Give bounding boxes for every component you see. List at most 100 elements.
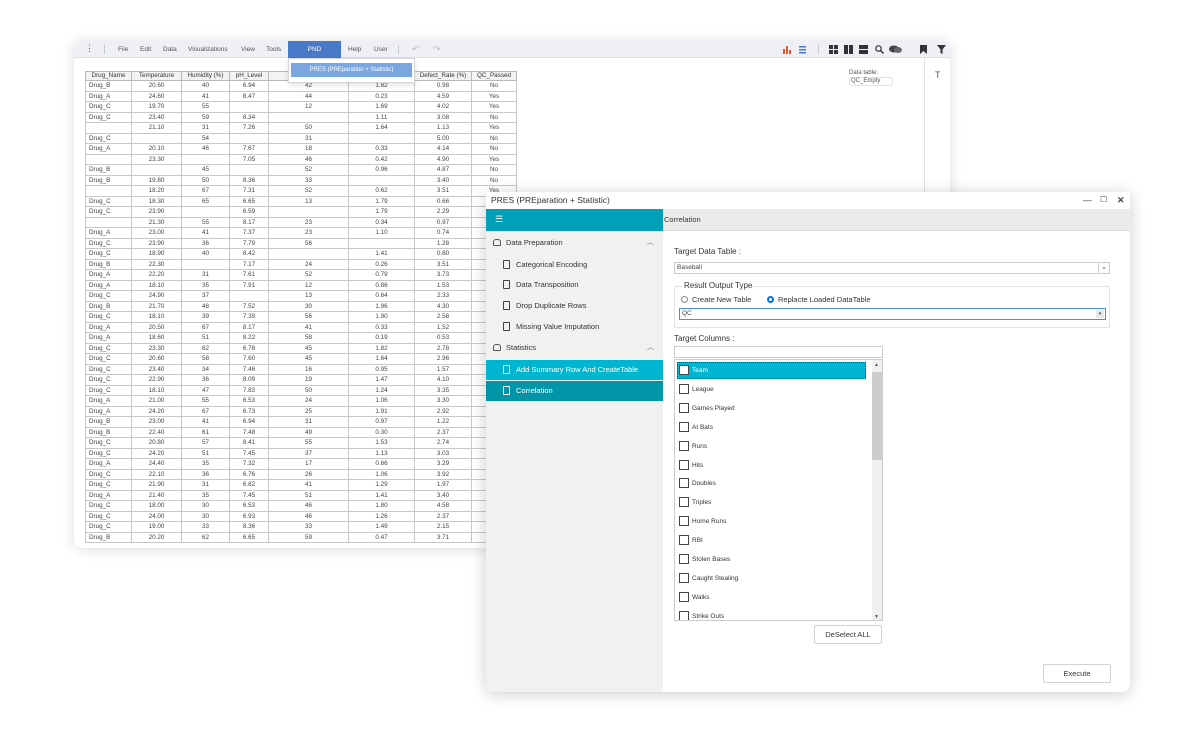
search-icon[interactable] (875, 45, 884, 54)
table-row[interactable]: Drug_C18.10477.83501.243.35No (85, 384, 517, 396)
maximize-icon[interactable]: ☐ (1100, 195, 1107, 204)
table-row[interactable]: Drug_C18.10397.39561.902.58No (85, 311, 517, 323)
comments-icon[interactable] (889, 45, 902, 54)
checkbox[interactable] (679, 554, 689, 564)
table-row[interactable]: Drug_A18.60518.22580.190.53No (85, 332, 517, 344)
table-row[interactable]: Drug_A21.40357.45511.413.40No (85, 489, 517, 501)
table-row[interactable]: Drug_A 20.10 46 7.67 18 0.33 4.14 No (85, 143, 517, 155)
checkbox[interactable] (679, 459, 689, 470)
table-row[interactable]: Drug_C 19.70 55 12 1.69 4.02 Yes (85, 101, 517, 113)
table-row[interactable]: Drug_C21.90316.82411.291.97No (85, 479, 517, 491)
table-row[interactable]: Drug_A18.10357.91120.861.53No (85, 279, 517, 291)
column-list-item[interactable]: Doubles (677, 475, 866, 492)
table-row[interactable]: Drug_C19.00338.36331.492.15No (85, 521, 517, 533)
table-row[interactable]: Drug_C24.9037130.642.33No (85, 290, 517, 302)
close-icon[interactable]: ✕ (1117, 195, 1125, 206)
scrollbar[interactable]: ▲ ▼ (872, 360, 882, 620)
table-row[interactable]: Drug_A22.20317.61520.793.73No (85, 269, 517, 281)
table-row[interactable]: Drug_C20.60587.60451.642.96No (85, 353, 517, 365)
redo-icon[interactable]: ↷ (428, 41, 446, 58)
checkbox[interactable] (679, 610, 689, 620)
table-row[interactable]: Drug_A20.50678.17410.331.52No (85, 321, 517, 333)
column-list-item[interactable]: Caught Stealing (677, 570, 866, 587)
menu-user[interactable]: User (369, 41, 393, 58)
table-row[interactable]: Drug_A23.00417.37231.100.74No (85, 227, 517, 239)
data-table-selector[interactable]: QC_Empty (849, 77, 893, 86)
data-table[interactable]: Drug_Name Temperature Humidity (%) pH_Level… (85, 71, 517, 543)
table-row[interactable]: Drug_B22.40617.48490.302.37No (85, 426, 517, 438)
text-tool-icon[interactable]: T (935, 70, 941, 80)
column-list-item[interactable]: At Bats (677, 419, 866, 436)
checkbox[interactable] (679, 365, 689, 375)
column-list-item[interactable]: League (677, 381, 866, 398)
sidebar-group-data-preparation[interactable]: Data Preparation ︿ (486, 233, 663, 253)
deselect-all-button[interactable]: DeSelect ALL (814, 625, 882, 644)
radio-circle[interactable] (681, 296, 688, 303)
table-row[interactable]: Drug_B 19.80 50 8.36 33 3.40 No (85, 174, 517, 186)
menu-pnd-extension[interactable]: PND Extension (288, 41, 341, 70)
menu-help[interactable]: Help (343, 41, 366, 58)
checkbox[interactable] (679, 421, 689, 432)
rows-layout-icon[interactable] (859, 45, 868, 54)
table-row[interactable]: Drug_C24.00306.93461.262.37No (85, 510, 517, 522)
sidebar-item-drop-duplicate-rows[interactable]: Drop Duplicate Rows (486, 296, 663, 316)
column-list-item[interactable]: Strike Outs (677, 608, 866, 620)
radio-replace-table[interactable]: Replacte Loaded DataTable (767, 295, 871, 304)
table-row[interactable]: Drug_C23.90367.79561.28No (85, 237, 517, 249)
table-row[interactable]: Drug_B 45 52 0.96 4.87 No (85, 164, 517, 176)
column-list-item[interactable]: Walks (677, 589, 866, 606)
table-row[interactable]: Drug_C 23.40 59 8.34 1.11 3.08 No (85, 111, 517, 123)
sidebar-item-missing-value-imputation[interactable]: Missing Value Imputation (486, 317, 663, 337)
menu-tools[interactable]: Tools (261, 41, 286, 58)
checkbox[interactable] (679, 383, 689, 394)
column-header[interactable]: Temperature (131, 71, 182, 81)
table-icon[interactable] (798, 45, 807, 54)
sidebar-item-add-summary-row[interactable]: Add Summary Row And CreateTable (486, 360, 663, 380)
column-list-item[interactable]: Games Played (677, 400, 866, 417)
menu-visualizations[interactable]: Visualizations (183, 41, 233, 58)
grid-layout-icon[interactable] (829, 45, 838, 54)
column-list-item[interactable]: RBI (677, 532, 866, 549)
sidebar-item-correlation[interactable]: Correlation (486, 381, 663, 401)
column-header[interactable]: Humidity (%) (181, 71, 230, 81)
radio-create-new-table[interactable]: Create New Table (681, 295, 751, 304)
more-menu-icon[interactable]: ⋮ (80, 41, 99, 58)
table-row[interactable]: Drug_A24.40357.32170.663.29No (85, 458, 517, 470)
dropdown-item-pres[interactable]: PRES (PREparation + Statistic) (291, 63, 412, 77)
table-row[interactable]: Drug_C 54 31 5.00 No (85, 132, 517, 144)
scroll-down-icon[interactable]: ▼ (874, 614, 879, 620)
checkbox[interactable] (679, 478, 689, 489)
scrollbar-thumb[interactable] (872, 372, 882, 460)
column-search-input[interactable] (674, 346, 883, 358)
menu-view[interactable]: View (236, 41, 260, 58)
chevron-down-icon[interactable]: ⌄ (1098, 263, 1109, 273)
bar-chart-icon[interactable] (783, 45, 792, 54)
table-row[interactable]: Drug_B23.00416.94310.971.22No (85, 416, 517, 428)
column-list-item[interactable]: Team (677, 362, 866, 379)
table-row[interactable]: 18.20 67 7.31 52 0.62 3.51 Yes (85, 185, 517, 197)
checkbox[interactable] (679, 572, 689, 583)
table-row[interactable]: Drug_C23.30626.78451.822.78No (85, 342, 517, 354)
columns-layout-icon[interactable] (844, 45, 853, 54)
checkbox[interactable] (679, 440, 689, 451)
hamburger-menu-icon[interactable]: ☰ (495, 214, 503, 225)
table-row[interactable]: Drug_C22.10366.76261.063.92No (85, 468, 517, 480)
column-list-item[interactable]: Triples (677, 494, 866, 511)
checkbox[interactable] (679, 516, 689, 527)
table-row[interactable]: Drug_C24.20517.45371.133.03No (85, 447, 517, 459)
table-row[interactable]: Drug_A 24.60 41 8.47 44 0.23 4.59 Yes (85, 90, 517, 102)
menu-edit[interactable]: Edit (135, 41, 156, 58)
column-header[interactable]: pH_Level (229, 71, 269, 81)
output-table-input[interactable]: QC ▾ (679, 308, 1106, 320)
sidebar-item-categorical-encoding[interactable]: Categorical Encoding (486, 255, 663, 275)
column-list-item[interactable]: Home Runs (677, 513, 866, 530)
table-row[interactable]: 23.30 7.05 46 0.42 4.90 Yes (85, 153, 517, 165)
dropdown-arrow-icon[interactable]: ▾ (1096, 310, 1104, 318)
target-table-select[interactable]: Baseball ⌄ (674, 262, 1110, 274)
minimize-icon[interactable]: — (1083, 195, 1092, 205)
column-list-item[interactable]: Stolen Bases (677, 551, 866, 568)
table-row[interactable]: Drug_C18.90408.421.410.80No (85, 248, 517, 260)
column-list-item[interactable]: Hits (677, 457, 866, 474)
bookmark-icon[interactable] (919, 45, 928, 54)
sidebar-group-statistics[interactable]: Statistics ︿ (486, 338, 663, 358)
